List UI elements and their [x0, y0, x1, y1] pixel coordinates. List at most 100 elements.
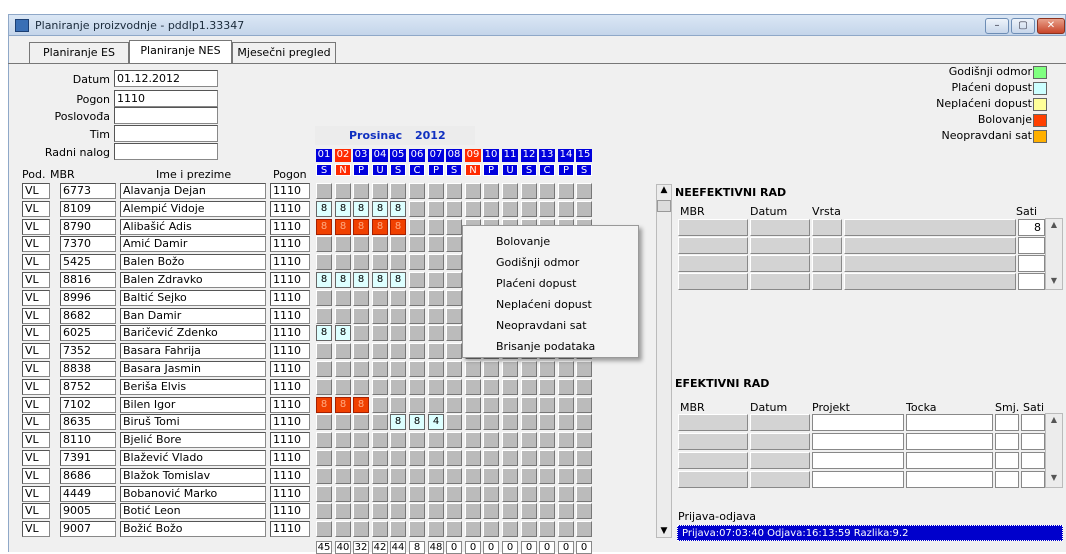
day-cell[interactable]: 8 [390, 201, 406, 217]
day-cell[interactable] [372, 468, 388, 484]
ef-cell-mbr[interactable] [678, 471, 748, 488]
neef-cell-sati[interactable]: 8 [1018, 219, 1045, 236]
day-cell[interactable] [428, 183, 444, 199]
neef-cell-sati[interactable] [1018, 255, 1045, 272]
row-mbr[interactable]: 8816 [60, 272, 116, 288]
row-name[interactable]: Božić Božo [120, 521, 266, 537]
day-cell[interactable] [521, 397, 537, 413]
day-cell[interactable] [390, 450, 406, 466]
day-cell[interactable] [521, 468, 537, 484]
day-cell[interactable] [372, 290, 388, 306]
day-cell[interactable]: 8 [316, 397, 332, 413]
menu-item-bolovanje[interactable]: Bolovanje [496, 235, 550, 248]
day-cell[interactable] [446, 343, 462, 359]
row-pod[interactable]: VL [22, 308, 50, 324]
day-cell[interactable] [390, 343, 406, 359]
day-cell[interactable] [372, 361, 388, 377]
day-cell[interactable]: 8 [353, 272, 369, 288]
ef-cell-smj[interactable] [995, 433, 1019, 450]
neef-cell-datum[interactable] [750, 273, 810, 290]
row-name[interactable]: Botić Leon [120, 503, 266, 519]
day-cell[interactable] [502, 397, 518, 413]
day-cell[interactable] [576, 521, 592, 537]
day-cell[interactable] [409, 432, 425, 448]
day-cell[interactable]: 8 [316, 272, 332, 288]
row-mbr[interactable]: 9007 [60, 521, 116, 537]
day-cell[interactable] [502, 201, 518, 217]
day-cell[interactable] [558, 503, 574, 519]
day-cell[interactable] [428, 468, 444, 484]
ef-cell-sati[interactable] [1021, 414, 1045, 431]
row-pogon[interactable]: 1110 [270, 361, 310, 377]
prijava-odjava-field[interactable]: Prijava:07:03:40 Odjava:16:13:59 Razlika… [677, 525, 1063, 541]
day-cell[interactable] [409, 308, 425, 324]
day-cell[interactable] [372, 183, 388, 199]
day-cell[interactable] [390, 361, 406, 377]
row-mbr[interactable]: 7391 [60, 450, 116, 466]
day-cell[interactable] [521, 486, 537, 502]
maximize-button[interactable]: ▢ [1011, 18, 1035, 34]
day-cell[interactable] [335, 343, 351, 359]
row-mbr[interactable]: 8635 [60, 414, 116, 430]
ef-cell-mbr[interactable] [678, 452, 748, 469]
day-cell[interactable] [465, 432, 481, 448]
day-cell[interactable] [483, 432, 499, 448]
row-pod[interactable]: VL [22, 379, 50, 395]
day-cell[interactable] [446, 219, 462, 235]
neef-cell-opis[interactable] [844, 237, 1016, 254]
day-cell[interactable] [502, 468, 518, 484]
ef-cell-datum[interactable] [750, 414, 810, 431]
day-cell[interactable] [521, 379, 537, 395]
day-cell[interactable] [446, 308, 462, 324]
row-pod[interactable]: VL [22, 521, 50, 537]
row-mbr[interactable]: 8682 [60, 308, 116, 324]
row-mbr[interactable]: 5425 [60, 254, 116, 270]
day-cell[interactable] [409, 486, 425, 502]
day-cell[interactable]: 8 [316, 201, 332, 217]
row-pogon[interactable]: 1110 [270, 468, 310, 484]
day-cell[interactable]: 8 [335, 325, 351, 341]
day-cell[interactable] [428, 503, 444, 519]
day-cell[interactable] [576, 397, 592, 413]
day-cell[interactable] [502, 503, 518, 519]
day-cell[interactable] [558, 521, 574, 537]
day-cell[interactable] [372, 236, 388, 252]
day-cell[interactable] [335, 308, 351, 324]
day-cell[interactable] [502, 486, 518, 502]
day-cell[interactable] [539, 361, 555, 377]
ef-cell-projekt[interactable] [812, 414, 904, 431]
day-cell[interactable] [521, 414, 537, 430]
day-cell[interactable] [428, 397, 444, 413]
day-cell[interactable] [372, 486, 388, 502]
day-cell[interactable] [558, 432, 574, 448]
day-cell[interactable] [316, 414, 332, 430]
neef-scroll-down-icon[interactable]: ▼ [1047, 275, 1061, 289]
ef-cell-smj[interactable] [995, 452, 1019, 469]
day-cell[interactable] [372, 414, 388, 430]
day-cell[interactable] [353, 290, 369, 306]
day-cell[interactable] [465, 503, 481, 519]
neef-cell-vrsta[interactable] [812, 255, 842, 272]
day-cell[interactable] [576, 486, 592, 502]
day-cell[interactable] [465, 521, 481, 537]
day-cell[interactable] [353, 503, 369, 519]
day-cell[interactable] [335, 236, 351, 252]
day-cell[interactable] [390, 290, 406, 306]
day-cell[interactable]: 8 [390, 414, 406, 430]
day-cell[interactable] [372, 254, 388, 270]
day-cell[interactable] [521, 432, 537, 448]
day-cell[interactable] [316, 379, 332, 395]
day-cell[interactable] [335, 450, 351, 466]
day-cell[interactable]: 4 [428, 414, 444, 430]
day-cell[interactable] [409, 272, 425, 288]
ef-cell-datum[interactable] [750, 433, 810, 450]
minimize-button[interactable]: – [985, 18, 1009, 34]
neef-cell-opis[interactable] [844, 273, 1016, 290]
day-cell[interactable] [390, 325, 406, 341]
day-cell[interactable] [576, 468, 592, 484]
day-cell[interactable] [483, 450, 499, 466]
day-cell[interactable] [465, 397, 481, 413]
day-cell[interactable] [483, 361, 499, 377]
row-mbr[interactable]: 8686 [60, 468, 116, 484]
day-cell[interactable] [428, 308, 444, 324]
